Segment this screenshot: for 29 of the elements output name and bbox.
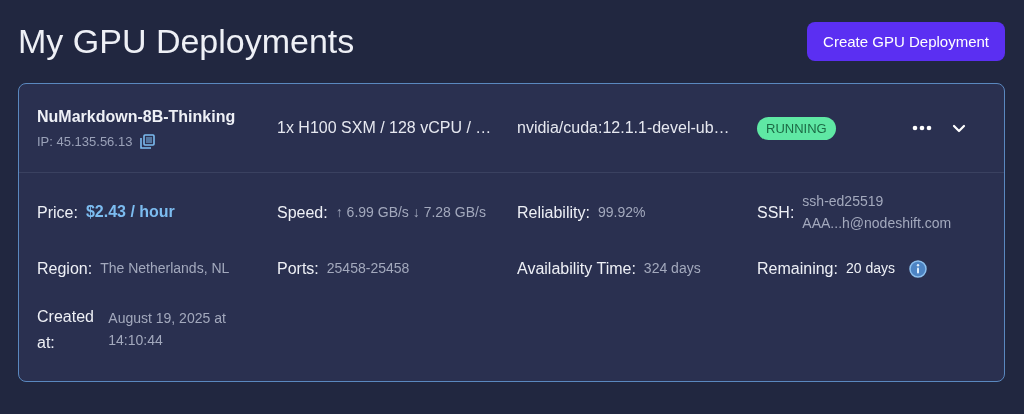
info-icon[interactable]	[909, 260, 927, 279]
detail-value: 99.92%	[597, 202, 646, 222]
more-button[interactable]	[912, 125, 932, 131]
ip-address: IP: 45.135.56.13	[37, 133, 133, 149]
detail-value: ssh-ed25519 AAA...h@nodeshift.com	[802, 192, 953, 233]
detail-value: $2.43 / hour	[85, 202, 175, 223]
detail-label: Created at:	[37, 306, 95, 353]
copy-icon[interactable]	[140, 133, 156, 149]
detail-label: SSH:	[757, 202, 795, 223]
status-badge: RUNNING	[757, 116, 836, 140]
detail-value: The Netherlands, NL	[100, 259, 230, 279]
detail-value: 20 days	[845, 259, 895, 279]
detail-label: Region:	[37, 259, 93, 280]
detail-value: ↑ 6.99 GB/s ↓ 7.28 GB/s	[335, 202, 486, 222]
page-title: My GPU Deployments	[18, 22, 355, 61]
create-deployment-button[interactable]: Create GPU Deployment	[807, 22, 1005, 61]
expand-button[interactable]	[952, 123, 966, 133]
detail-value: August 19, 2025 at 14:10:44	[108, 308, 227, 350]
detail-value: 324 days	[643, 259, 701, 279]
detail-label: Speed:	[277, 202, 328, 223]
detail-label: Remaining:	[757, 259, 838, 280]
detail-label: Price:	[37, 202, 78, 223]
gpu-spec: 1x H100 SXM / 128 vCPU / …	[277, 119, 493, 137]
detail-label: Availability Time:	[517, 259, 636, 280]
container-image: nvidia/cuda:12.1.1-devel-ub…	[517, 119, 731, 137]
detail-label: Reliability:	[517, 202, 590, 223]
deployment-name: NuMarkdown-8B-Thinking	[37, 107, 237, 126]
detail-label: Ports:	[277, 259, 319, 280]
detail-value: 25458-25458	[326, 259, 410, 279]
